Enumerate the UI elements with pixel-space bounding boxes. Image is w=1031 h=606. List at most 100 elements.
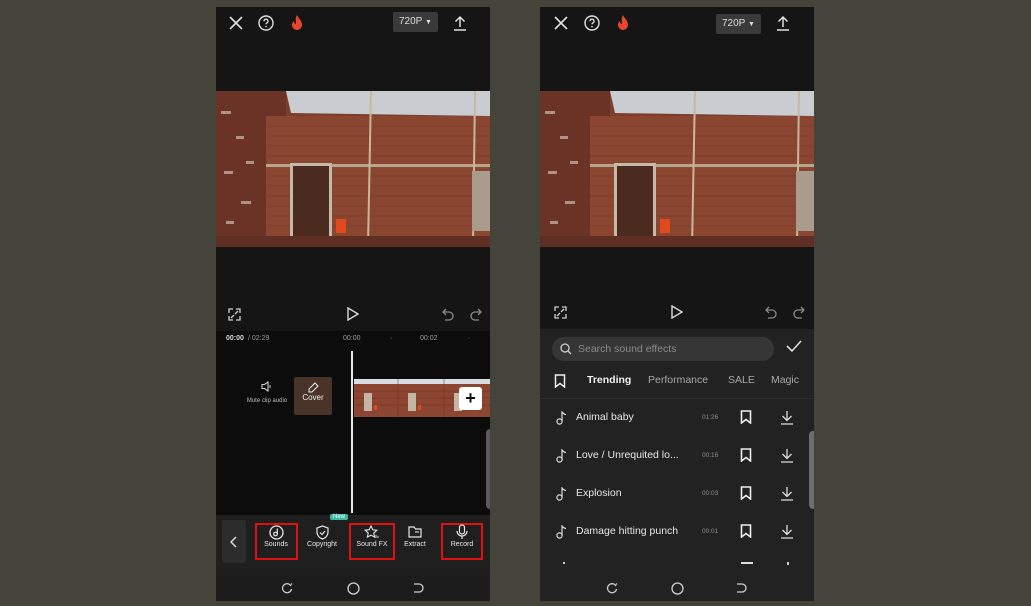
search-input[interactable] (578, 337, 768, 361)
sound-name: Explosion (576, 487, 622, 499)
undo-icon[interactable] (439, 305, 457, 323)
tool-label: Sound FX (356, 541, 388, 548)
speaker-icon (236, 381, 298, 392)
tab-magic[interactable]: Magic (771, 374, 799, 386)
download-icon[interactable] (780, 486, 796, 502)
download-icon[interactable] (780, 448, 796, 464)
undo-icon[interactable] (762, 303, 780, 321)
redo-icon[interactable] (467, 305, 485, 323)
bookmark-icon[interactable] (740, 486, 754, 502)
tool-label: Record (450, 541, 474, 548)
bookmark-icon[interactable] (740, 524, 754, 540)
tool-copyright[interactable]: Copyright (300, 523, 344, 548)
sound-list-item-partial[interactable] (540, 551, 814, 575)
close-icon[interactable] (226, 13, 246, 33)
confirm-check-icon[interactable] (786, 339, 804, 357)
video-preview[interactable] (540, 91, 814, 247)
tool-extract[interactable]: Extract (393, 523, 437, 548)
redo-icon[interactable] (790, 303, 808, 321)
scrollbar[interactable] (486, 429, 490, 509)
upload-icon[interactable] (773, 13, 793, 33)
star-sound-icon (350, 523, 394, 541)
tool-label: Sounds (264, 541, 288, 548)
left-screen: 720P ▼ 00:00 / 02:29 00:00 · 00:02 · Mut… (216, 7, 490, 601)
music-note-icon (556, 525, 568, 539)
mute-clip-audio-button[interactable]: Mute clip audio (236, 381, 298, 404)
sound-duration: 00:16 (702, 452, 719, 459)
bookmark-tab-icon[interactable] (554, 374, 566, 388)
back-nav-icon[interactable] (734, 581, 748, 595)
top-bar: 720P ▼ (216, 7, 490, 39)
sound-list-item[interactable]: Damage hitting punch 00:01 (540, 513, 814, 551)
search-bar[interactable] (552, 337, 774, 361)
home-icon[interactable] (346, 581, 360, 595)
home-icon[interactable] (670, 581, 684, 595)
video-preview[interactable] (216, 91, 490, 247)
sound-name: Love / Unrequited lo... (576, 449, 679, 461)
music-note-icon (556, 487, 568, 501)
tool-record[interactable]: Record (440, 523, 484, 548)
help-icon[interactable] (582, 13, 602, 33)
recent-apps-icon[interactable] (605, 581, 619, 595)
recent-apps-icon[interactable] (280, 581, 294, 595)
play-icon[interactable] (344, 305, 362, 323)
ruler-tick: 00:02 (420, 335, 438, 342)
sound-effects-panel: Trending Performance SALE Magic Animal b… (540, 329, 814, 575)
flame-icon[interactable] (613, 13, 633, 33)
tab-sale[interactable]: SALE (728, 374, 755, 386)
download-icon[interactable] (780, 524, 796, 540)
resolution-value: 720P (722, 18, 746, 29)
help-icon[interactable] (256, 13, 276, 33)
playhead[interactable] (351, 351, 353, 513)
tab-trending[interactable]: Trending (587, 374, 631, 386)
fullscreen-icon[interactable] (551, 303, 569, 321)
microphone-icon (440, 523, 484, 541)
resolution-dropdown[interactable]: 720P ▼ (393, 12, 438, 32)
sound-list-item[interactable]: Love / Unrequited lo... 00:16 (540, 437, 814, 475)
category-tabs: Trending Performance SALE Magic (540, 371, 814, 391)
tool-label: Extract (404, 541, 426, 548)
fullscreen-icon[interactable] (225, 305, 243, 323)
add-clip-button[interactable]: + (459, 387, 482, 410)
back-button[interactable] (222, 520, 246, 563)
bookmark-icon[interactable] (740, 410, 754, 426)
bookmark-icon[interactable] (740, 448, 754, 464)
flame-icon[interactable] (287, 13, 307, 33)
ruler-dot: · (468, 335, 471, 342)
ruler-dot: · (390, 335, 393, 342)
partial-note-icon (563, 562, 565, 564)
sound-list-item[interactable]: Explosion 00:03 (540, 475, 814, 513)
sound-list-item[interactable]: Animal baby 01:26 (540, 399, 814, 437)
search-icon (560, 343, 572, 355)
scrollbar[interactable] (809, 431, 814, 509)
resolution-value: 720P (399, 16, 423, 27)
sound-name: Animal baby (576, 411, 634, 423)
android-nav-bar (540, 575, 814, 601)
tool-sounds[interactable]: Sounds (254, 523, 298, 548)
play-icon[interactable] (668, 303, 686, 321)
close-icon[interactable] (551, 13, 571, 33)
mute-label: Mute clip audio (246, 398, 288, 404)
tool-label: Copyright (307, 541, 337, 548)
back-nav-icon[interactable] (411, 581, 425, 595)
upload-icon[interactable] (450, 13, 470, 33)
new-badge: New (330, 514, 349, 520)
cover-button[interactable]: Cover (294, 377, 332, 415)
top-bar: 720P ▼ (540, 7, 814, 39)
current-time: 00:00 (226, 335, 244, 342)
partial-download-icon (787, 562, 789, 565)
resolution-dropdown[interactable]: 720P ▼ (716, 14, 761, 34)
cover-label: Cover (302, 393, 324, 402)
timeline-panel[interactable]: 00:00 / 02:29 00:00 · 00:02 · Mute clip … (216, 331, 490, 515)
chevron-left-icon (230, 535, 237, 548)
shield-check-icon (300, 523, 344, 541)
audio-toolbar: New Sounds Copyright Sound FX Extract Re… (216, 514, 490, 575)
partial-bookmark-icon (741, 562, 753, 564)
caret-down-icon: ▼ (424, 19, 432, 26)
download-icon[interactable] (780, 410, 796, 426)
music-disc-icon (254, 523, 298, 541)
right-screen: 720P ▼ Search sound effects Trending Per… (540, 7, 814, 601)
playback-controls (540, 295, 814, 329)
tool-sound-fx[interactable]: Sound FX (350, 523, 394, 548)
tab-performance[interactable]: Performance (648, 374, 708, 386)
